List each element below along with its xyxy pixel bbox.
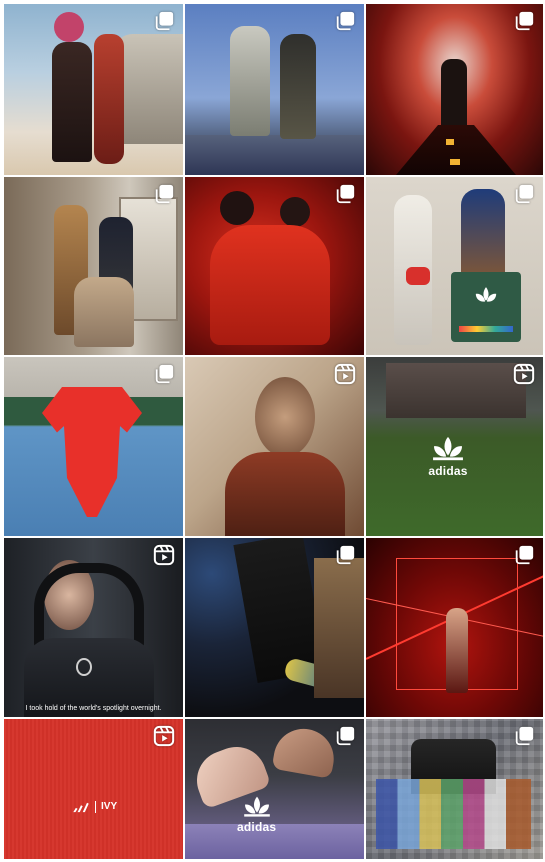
- carousel-icon: [336, 11, 355, 31]
- jacket: [225, 452, 345, 536]
- adidas-logo: adidas: [428, 435, 468, 478]
- figure-right: [280, 34, 316, 139]
- reels-icon: [513, 363, 535, 385]
- post-tile-7[interactable]: [4, 357, 183, 536]
- seated-figure: [74, 277, 134, 347]
- carousel-badge: [513, 725, 535, 747]
- post-tile-15[interactable]: [366, 719, 543, 859]
- post-tile-2[interactable]: [185, 4, 364, 175]
- model-figure: [52, 42, 92, 162]
- red-bodysuit: [42, 387, 142, 517]
- video-caption: I took hold of the world's spotlight ove…: [25, 705, 162, 712]
- carousel-badge: [153, 363, 175, 385]
- carousel-icon: [336, 726, 355, 746]
- carousel-badge: [513, 183, 535, 205]
- house: [386, 363, 526, 418]
- ivy-wordmark: IVY: [101, 801, 118, 812]
- ground: [185, 135, 364, 175]
- red-bag: [406, 267, 430, 285]
- model-figure-2: [94, 34, 124, 164]
- reels-badge: [153, 544, 175, 566]
- post-tile-1[interactable]: [4, 4, 183, 175]
- carousel-badge: [153, 10, 175, 32]
- carousel-badge: [513, 10, 535, 32]
- carousel-icon: [515, 184, 534, 204]
- post-tile-9[interactable]: adidas: [366, 357, 543, 536]
- carousel-badge: [153, 183, 175, 205]
- profile-post-grid: adidas I took hold of the world's spotli…: [4, 4, 543, 859]
- post-tile-6[interactable]: [366, 177, 543, 355]
- runway-light: [446, 139, 454, 145]
- runway: [396, 125, 516, 175]
- post-tile-13[interactable]: IVY: [4, 719, 183, 859]
- carousel-icon: [155, 11, 174, 31]
- carousel-icon: [336, 184, 355, 204]
- carousel-badge: [334, 183, 356, 205]
- runway-light: [450, 159, 460, 165]
- head-2: [280, 197, 310, 227]
- adidas-stripes-icon: [73, 802, 89, 813]
- adidas-logo: adidas: [237, 795, 276, 834]
- head: [220, 191, 254, 225]
- figure-left: [230, 26, 270, 136]
- carousel-badge: [334, 10, 356, 32]
- trefoil-icon: [433, 436, 463, 461]
- carousel-badge: [513, 544, 535, 566]
- post-tile-4[interactable]: [4, 177, 183, 355]
- reels-icon: [153, 544, 175, 566]
- carousel-icon: [515, 545, 534, 565]
- green-bag: [451, 272, 521, 342]
- figure: [233, 538, 327, 684]
- post-tile-10[interactable]: I took hold of the world's spotlight ove…: [4, 538, 183, 717]
- model-hair: [54, 12, 84, 42]
- walking-figure: [441, 59, 467, 129]
- collab-logo: IVY: [72, 801, 117, 813]
- mosaic-block: [376, 779, 531, 849]
- stripe: [459, 326, 513, 332]
- reels-icon: [334, 363, 356, 385]
- carousel-badge: [334, 544, 356, 566]
- reels-badge: [334, 363, 356, 385]
- divider: [95, 801, 96, 813]
- face: [255, 377, 315, 457]
- post-tile-8[interactable]: [185, 357, 364, 536]
- trefoil-icon: [475, 287, 497, 302]
- logo-wordmark: adidas: [237, 820, 277, 834]
- trefoil-icon: [243, 796, 270, 817]
- post-tile-14[interactable]: adidas: [185, 719, 364, 859]
- figure: [446, 608, 468, 693]
- reels-badge: [153, 725, 175, 747]
- carousel-icon: [155, 184, 174, 204]
- carousel-badge: [334, 725, 356, 747]
- reels-icon: [153, 725, 175, 747]
- logo-wordmark: adidas: [428, 464, 468, 478]
- carousel-icon: [155, 364, 174, 384]
- hand-right: [271, 724, 339, 779]
- tracksuits: [210, 225, 330, 345]
- post-tile-5[interactable]: [185, 177, 364, 355]
- reels-badge: [513, 363, 535, 385]
- carousel-icon: [336, 545, 355, 565]
- wall: [314, 558, 364, 698]
- post-tile-3[interactable]: [366, 4, 543, 175]
- carousel-icon: [515, 726, 534, 746]
- zip-ring: [76, 658, 92, 676]
- post-tile-12[interactable]: [366, 538, 543, 717]
- carousel-icon: [515, 11, 534, 31]
- post-tile-11[interactable]: [185, 538, 364, 717]
